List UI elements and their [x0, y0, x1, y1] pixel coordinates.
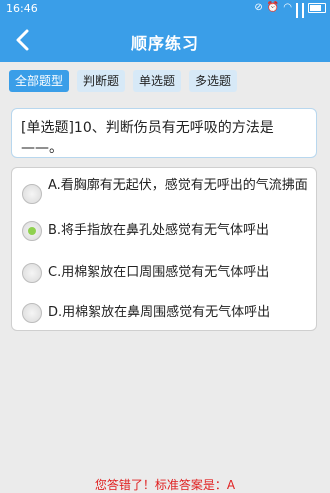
- signal-icon-2: [302, 3, 304, 27]
- status-icons: ⊘ ⏰ ◠: [254, 2, 326, 27]
- tab-multiple-choice[interactable]: 多选题: [189, 70, 238, 92]
- option-a-label: A.看胸廓有无起伏，感觉有无呼出的气流拂面: [48, 178, 308, 193]
- question-text: [单选题]10、判断伤员有无呼吸的方法是——。: [21, 120, 274, 156]
- option-d-radio[interactable]: [22, 303, 42, 323]
- wifi-icon: ◠: [283, 2, 292, 13]
- option-c[interactable]: C.用棉絮放在口周围感觉有无气体呼出: [12, 260, 316, 288]
- option-b-label: B.将手指放在鼻孔处感觉有无气体呼出: [48, 223, 270, 238]
- tab-single-choice[interactable]: 单选题: [133, 70, 182, 92]
- alarm-icon: ⏰: [266, 2, 280, 13]
- status-bar: 16:46 ⊘ ⏰ ◠: [0, 0, 330, 27]
- option-b[interactable]: B.将手指放在鼻孔处感觉有无气体呼出: [12, 218, 316, 246]
- option-d[interactable]: D.用棉絮放在鼻周围感觉有无气体呼出: [12, 300, 316, 328]
- silent-mode-icon: ⊘: [254, 2, 263, 13]
- question-card: [单选题]10、判断伤员有无呼吸的方法是——。: [11, 108, 317, 158]
- option-c-radio[interactable]: [22, 263, 42, 283]
- signal-icon: [296, 3, 298, 27]
- answer-feedback: 您答错了！标准答案是：A: [94, 478, 236, 492]
- battery-icon: [308, 3, 326, 13]
- status-time: 16:46: [6, 2, 38, 15]
- page-title: 顺序练习: [130, 34, 199, 53]
- tab-true-false[interactable]: 判断题: [77, 70, 126, 92]
- option-c-label: C.用棉絮放在口周围感觉有无气体呼出: [48, 265, 270, 280]
- option-a[interactable]: A.看胸廓有无起伏，感觉有无呼出的气流拂面: [12, 174, 316, 214]
- tab-all[interactable]: 全部题型: [9, 70, 70, 92]
- option-b-radio[interactable]: [22, 221, 42, 241]
- question-type-tabs: 全部题型 判断题 单选题 多选题: [9, 70, 238, 92]
- options-card: A.看胸廓有无起伏，感觉有无呼出的气流拂面 B.将手指放在鼻孔处感觉有无气体呼出…: [11, 167, 317, 331]
- option-a-radio[interactable]: [22, 184, 42, 204]
- option-d-label: D.用棉絮放在鼻周围感觉有无气体呼出: [48, 305, 271, 320]
- title-bar: 顺序练习: [0, 18, 330, 62]
